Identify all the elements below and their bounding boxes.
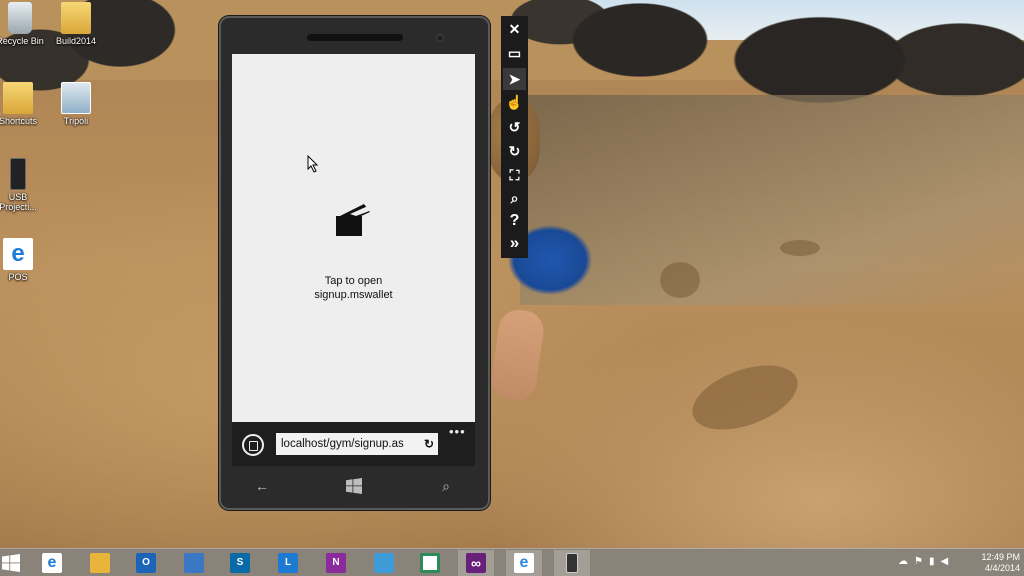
internet-explorer-icon: e bbox=[3, 238, 33, 270]
wallpaper-child-arm bbox=[488, 307, 547, 403]
zoom-icon[interactable]: ⌕ bbox=[503, 187, 526, 209]
desktop-icon-label: POS bbox=[8, 272, 28, 282]
taskbar-app-sharepoint[interactable]: S bbox=[222, 550, 258, 576]
close-icon[interactable]: ✕ bbox=[503, 18, 526, 40]
phone-camera bbox=[436, 34, 444, 42]
desktop-icon-usb-projection[interactable]: USB Projecti... bbox=[0, 158, 48, 212]
tabs-icon[interactable] bbox=[242, 434, 264, 456]
taskbar-app-internet-explorer[interactable]: e bbox=[34, 550, 70, 576]
settings-app-icon bbox=[61, 82, 91, 114]
system-tray: ☁ ⚑ ▮ ◀ bbox=[898, 556, 948, 567]
internet-explorer-icon: e bbox=[514, 553, 534, 573]
back-icon[interactable]: ← bbox=[250, 476, 274, 496]
wallpaper-footprint bbox=[780, 240, 820, 256]
help-icon[interactable]: ? bbox=[503, 210, 526, 232]
folder-icon bbox=[3, 82, 33, 114]
visual-studio-icon: ∞ bbox=[466, 553, 486, 573]
more-options-button[interactable]: ••• bbox=[449, 424, 466, 439]
folder-icon bbox=[61, 2, 91, 34]
taskbar-app-file-explorer[interactable] bbox=[82, 550, 118, 576]
windows-start-icon[interactable] bbox=[2, 554, 20, 572]
outlook-icon: O bbox=[136, 553, 156, 573]
touch-hand-icon[interactable]: ☝ bbox=[503, 91, 526, 113]
url-field[interactable]: localhost/gym/signup.as ↻ bbox=[276, 433, 438, 455]
wallpaper-footprint bbox=[683, 352, 807, 443]
desktop-icon-label: Shortcuts bbox=[0, 116, 38, 126]
tap-to-open-message[interactable]: Tap to open signup.mswallet bbox=[232, 274, 475, 302]
wallet-icon[interactable] bbox=[334, 202, 376, 238]
desktop-icon-label: Build2014 bbox=[55, 36, 97, 46]
lync-icon: L bbox=[278, 553, 298, 573]
sharepoint-icon: S bbox=[230, 553, 250, 573]
fit-to-screen-icon[interactable]: ⛶ bbox=[503, 164, 526, 186]
desktop-icon-label: USB Projecti... bbox=[0, 192, 37, 212]
taskbar-app-onenote[interactable]: N bbox=[318, 550, 354, 576]
taskbar-app-visual-studio[interactable]: ∞ bbox=[458, 550, 494, 576]
taskbar-app-phone-emulator[interactable] bbox=[554, 550, 590, 576]
refresh-icon[interactable]: ↻ bbox=[424, 433, 434, 455]
search-icon[interactable]: ⌕ bbox=[434, 476, 458, 496]
taskbar-app-photos[interactable] bbox=[366, 550, 402, 576]
taskbar-app-outlook[interactable]: O bbox=[128, 550, 164, 576]
desktop-icon-label: Tripoli bbox=[63, 116, 89, 126]
file-explorer-icon bbox=[90, 553, 110, 573]
cloud-icon[interactable]: ☁ bbox=[898, 556, 908, 567]
flag-icon[interactable]: ⚑ bbox=[914, 556, 923, 567]
browser-address-bar: localhost/gym/signup.as ↻ ••• bbox=[232, 422, 475, 466]
desktop-icon-pos[interactable]: e POS bbox=[0, 238, 48, 282]
tap-to-open-line1: Tap to open bbox=[324, 275, 383, 287]
phone-navigation-bar: ← ⌕ bbox=[232, 470, 475, 504]
emulator-toolbar: ✕ ▭ ➤ ☝ ↺ ↻ ⛶ ⌕ ? » bbox=[501, 16, 528, 258]
photos-icon bbox=[374, 553, 394, 573]
url-text: localhost/gym/signup.as bbox=[281, 438, 404, 450]
wallpaper-footprint bbox=[660, 262, 700, 298]
desktop-icon-recycle-bin[interactable]: Recycle Bin bbox=[0, 2, 50, 46]
taskbar: e O S L N ∞ e ☁ ⚑ ▮ ◀ 12:49 PM 4/4/2014 bbox=[0, 548, 1024, 576]
tap-to-open-filename: signup.mswallet bbox=[314, 289, 393, 301]
rotate-right-icon[interactable]: ↻ bbox=[503, 140, 526, 162]
taskbar-app-internet-explorer-2[interactable]: e bbox=[506, 550, 542, 576]
phone-screen[interactable]: Tap to open signup.mswallet bbox=[232, 54, 475, 422]
phone-emulator: Tap to open signup.mswallet localhost/gy… bbox=[219, 16, 490, 510]
phone-earpiece bbox=[307, 34, 403, 41]
rotate-left-icon[interactable]: ↺ bbox=[503, 116, 526, 138]
clock-time: 12:49 PM bbox=[981, 552, 1020, 562]
remote-desktop-icon bbox=[184, 553, 204, 573]
recycle-bin-icon bbox=[8, 2, 32, 34]
taskbar-app-lync[interactable]: L bbox=[270, 550, 306, 576]
clock-date: 4/4/2014 bbox=[984, 563, 1020, 573]
desktop-icon-label: Recycle Bin bbox=[0, 36, 44, 46]
usb-drive-icon bbox=[10, 158, 26, 190]
mouse-cursor-icon bbox=[307, 155, 319, 173]
volume-icon[interactable]: ◀ bbox=[940, 556, 948, 567]
windows-icon[interactable] bbox=[342, 476, 366, 499]
desktop-icon-build2014[interactable]: Build2014 bbox=[46, 2, 106, 46]
window-app-icon bbox=[420, 553, 440, 573]
desktop-icon-tripoli[interactable]: Tripoli bbox=[46, 82, 106, 126]
onenote-icon: N bbox=[326, 553, 346, 573]
phone-emulator-icon bbox=[566, 553, 578, 573]
minimize-icon[interactable]: ▭ bbox=[503, 42, 526, 64]
network-icon[interactable]: ▮ bbox=[929, 556, 935, 567]
desktop-icon-shortcuts[interactable]: Shortcuts bbox=[0, 82, 48, 126]
additional-tools-icon[interactable]: » bbox=[503, 232, 526, 254]
taskbar-clock[interactable]: 12:49 PM 4/4/2014 bbox=[972, 552, 1020, 574]
internet-explorer-icon: e bbox=[42, 553, 62, 573]
taskbar-app-remote-desktop[interactable] bbox=[176, 550, 212, 576]
mouse-pointer-icon[interactable]: ➤ bbox=[503, 68, 526, 90]
taskbar-app-window[interactable] bbox=[412, 550, 448, 576]
